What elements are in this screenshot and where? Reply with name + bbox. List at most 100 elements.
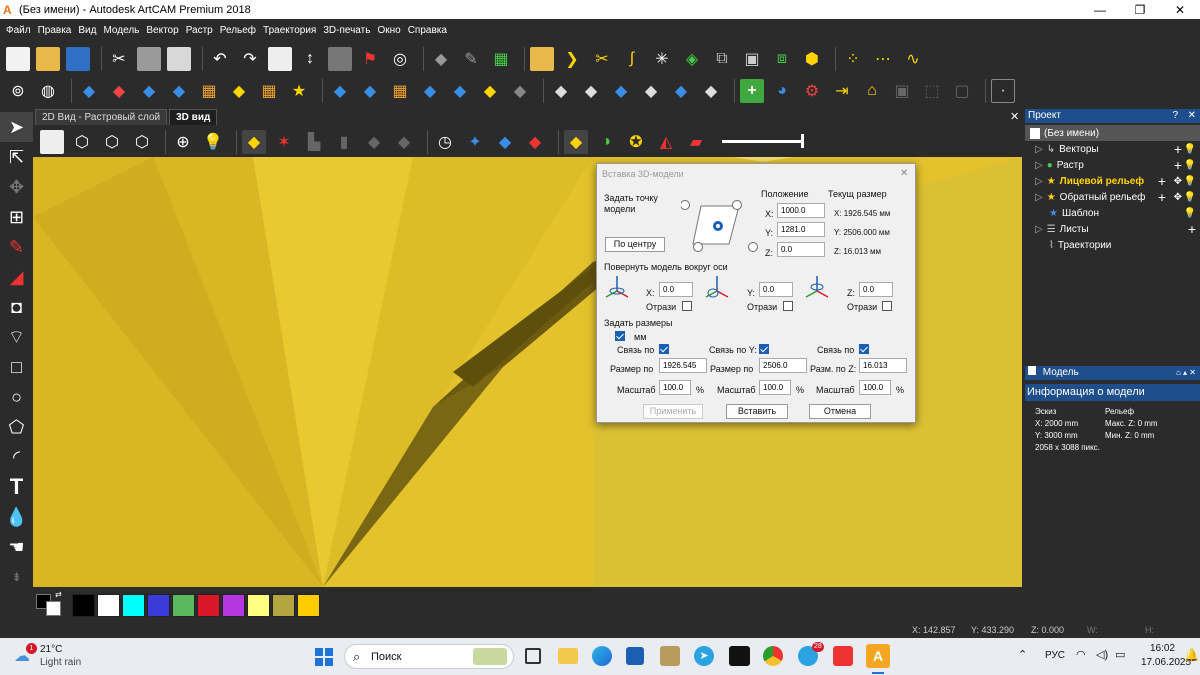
move-relief-icon[interactable]: ✥ [1174, 192, 1182, 203]
position-z-input[interactable] [777, 242, 825, 257]
relief-pattern-icon[interactable]: ▦ [388, 79, 412, 103]
cube-top-icon[interactable]: ⬡ [130, 130, 154, 154]
menu-relief[interactable]: Рельеф [220, 25, 256, 36]
menu-raster[interactable]: Растр [186, 25, 213, 36]
block-gray-icon[interactable]: ◆ [392, 130, 416, 154]
color-swatch[interactable] [72, 593, 95, 617]
node-edit-icon[interactable]: ⇱ [0, 142, 33, 172]
expand-arrow-icon[interactable]: ▷ [1035, 160, 1043, 171]
mirror-y-checkbox[interactable] [783, 301, 793, 311]
star-blue-icon[interactable]: ✦ [463, 130, 487, 154]
relief-layers-icon[interactable]: ◆ [699, 79, 723, 103]
weather-temp[interactable]: 21°C [40, 644, 62, 655]
terminal-icon[interactable] [729, 646, 750, 666]
new-file-icon[interactable] [6, 47, 30, 71]
add-raster-icon[interactable]: + [1174, 157, 1182, 173]
add-relief-icon[interactable]: + [1158, 189, 1166, 205]
notification-bell-icon[interactable]: 🔔 [1184, 648, 1199, 662]
flag-icon[interactable]: ⚑ [358, 47, 382, 71]
bulb-icon[interactable]: 💡 [1184, 160, 1196, 171]
link-x-checkbox[interactable] [659, 344, 669, 354]
hand-icon[interactable]: ☚ [0, 532, 33, 562]
curve-vector-icon[interactable]: ∫ [620, 47, 644, 71]
color-swatch[interactable] [147, 593, 170, 617]
relief-move-icon[interactable]: ◆ [639, 79, 663, 103]
tab-3d-view[interactable]: 3D вид [169, 109, 218, 125]
size-y-input[interactable] [759, 358, 807, 373]
polyline-icon[interactable]: ∿ [901, 47, 925, 71]
texture-icon[interactable]: ▦ [197, 79, 221, 103]
cube-iso-icon[interactable] [40, 129, 64, 154]
frame-icon[interactable]: ▣ [740, 47, 764, 71]
stack-vector-icon[interactable]: ⬢ [800, 47, 824, 71]
tree-item-vectors[interactable]: ▷ ↳ Векторы + 💡 [1025, 141, 1200, 157]
plane-yellow-icon[interactable]: ◆ [564, 129, 588, 154]
tree-item-sheets[interactable]: ▷ ☰ Листы + [1025, 221, 1200, 237]
open-folder-icon[interactable] [36, 47, 60, 71]
plane-blue-icon[interactable]: ◆ [493, 130, 517, 154]
app-icon[interactable] [660, 646, 680, 666]
dialog-close-icon[interactable]: ✕ [900, 168, 908, 179]
merge-vector-icon[interactable]: ⧉ [710, 47, 734, 71]
relief-rounded-icon[interactable]: ▢ [950, 79, 974, 103]
relief-erase-icon[interactable]: ◆ [107, 79, 131, 103]
menu-3d-print[interactable]: 3D-печать [323, 25, 370, 36]
clock-icon[interactable]: ◷ [433, 130, 457, 154]
relief-wrap-icon[interactable]: ⇥ [830, 79, 854, 103]
color-swatch[interactable] [197, 593, 220, 617]
expand-arrow-icon[interactable]: ▷ [1035, 224, 1043, 235]
relief-stack-icon[interactable]: ◆ [448, 79, 472, 103]
relief-gray-icon[interactable]: ◆ [508, 79, 532, 103]
menu-vector[interactable]: Вектор [146, 25, 178, 36]
bulb-icon[interactable]: 💡 [1184, 176, 1196, 187]
eraser-tool-icon[interactable]: ◢ [0, 262, 33, 292]
weather-desc[interactable]: Light rain [40, 657, 81, 668]
redo-icon[interactable]: ↷ [238, 47, 262, 71]
apply-button[interactable]: Применить [643, 404, 703, 419]
axis-icon[interactable]: ✶ [272, 130, 296, 154]
light-bulb-icon[interactable]: 💡 [201, 130, 225, 154]
menu-model[interactable]: Модель [103, 25, 139, 36]
help-icon[interactable]: ? [1172, 109, 1178, 123]
rectangle-icon[interactable]: □ [0, 352, 33, 382]
scale-y-input[interactable] [759, 380, 791, 395]
relief-extrude-icon[interactable]: ◆ [137, 79, 161, 103]
relief-frame-icon[interactable]: ⬚ [920, 79, 944, 103]
color-swatch[interactable] [272, 593, 295, 617]
artcam-taskbar-icon[interactable]: A [866, 644, 890, 668]
expand-icon[interactable]: ⇟ [0, 562, 33, 592]
language-indicator[interactable]: РУС [1045, 650, 1065, 661]
relief-gear-icon[interactable]: ⚙ [800, 79, 824, 103]
select-arrow-icon[interactable]: ➤ [0, 112, 33, 142]
transparency-slider[interactable] [722, 134, 804, 148]
tree-item-root[interactable]: (Без имени) [1025, 125, 1200, 141]
nodes-icon[interactable]: ⁘ [841, 47, 865, 71]
mm-checkbox[interactable] [615, 331, 625, 341]
relief-spin-icon[interactable]: ◆ [478, 79, 502, 103]
zoom-icon[interactable]: ⊕ [171, 130, 195, 154]
save-icon[interactable] [66, 47, 90, 71]
taskbar-search[interactable]: ⌕ Поиск [344, 644, 514, 669]
file-explorer-icon[interactable] [558, 648, 578, 664]
relief-shape-icon[interactable]: ◆ [167, 79, 191, 103]
minimize-button[interactable]: — [1080, 0, 1120, 19]
expand-arrow-icon[interactable]: ▷ [1035, 144, 1043, 155]
expand-arrow-icon[interactable]: ▷ [1035, 176, 1043, 187]
paint-bucket-icon[interactable]: ◘ [0, 292, 33, 322]
wifi-icon[interactable]: ◠ [1076, 648, 1086, 661]
mirror-x-checkbox[interactable] [682, 301, 692, 311]
tree-item-raster[interactable]: ▷ ● Растр + 💡 [1025, 157, 1200, 173]
menu-file[interactable]: Файл [6, 25, 31, 36]
plane-red-icon[interactable]: ◆ [523, 130, 547, 154]
scissors-vector-icon[interactable]: ✂ [590, 47, 614, 71]
bulb-icon[interactable]: 💡 [1184, 144, 1196, 155]
red-app-icon[interactable] [833, 646, 853, 666]
close-panel-icon[interactable]: ✕ [1188, 109, 1196, 123]
edge-icon[interactable] [592, 646, 612, 666]
center-button[interactable]: По центру [605, 237, 665, 252]
relief-bowl-icon[interactable]: ◕ [770, 79, 794, 103]
color-swatch[interactable] [172, 593, 195, 617]
task-view-icon[interactable] [525, 648, 541, 664]
polygon-icon[interactable]: ⬠ [0, 412, 33, 442]
store-icon[interactable] [626, 647, 644, 665]
